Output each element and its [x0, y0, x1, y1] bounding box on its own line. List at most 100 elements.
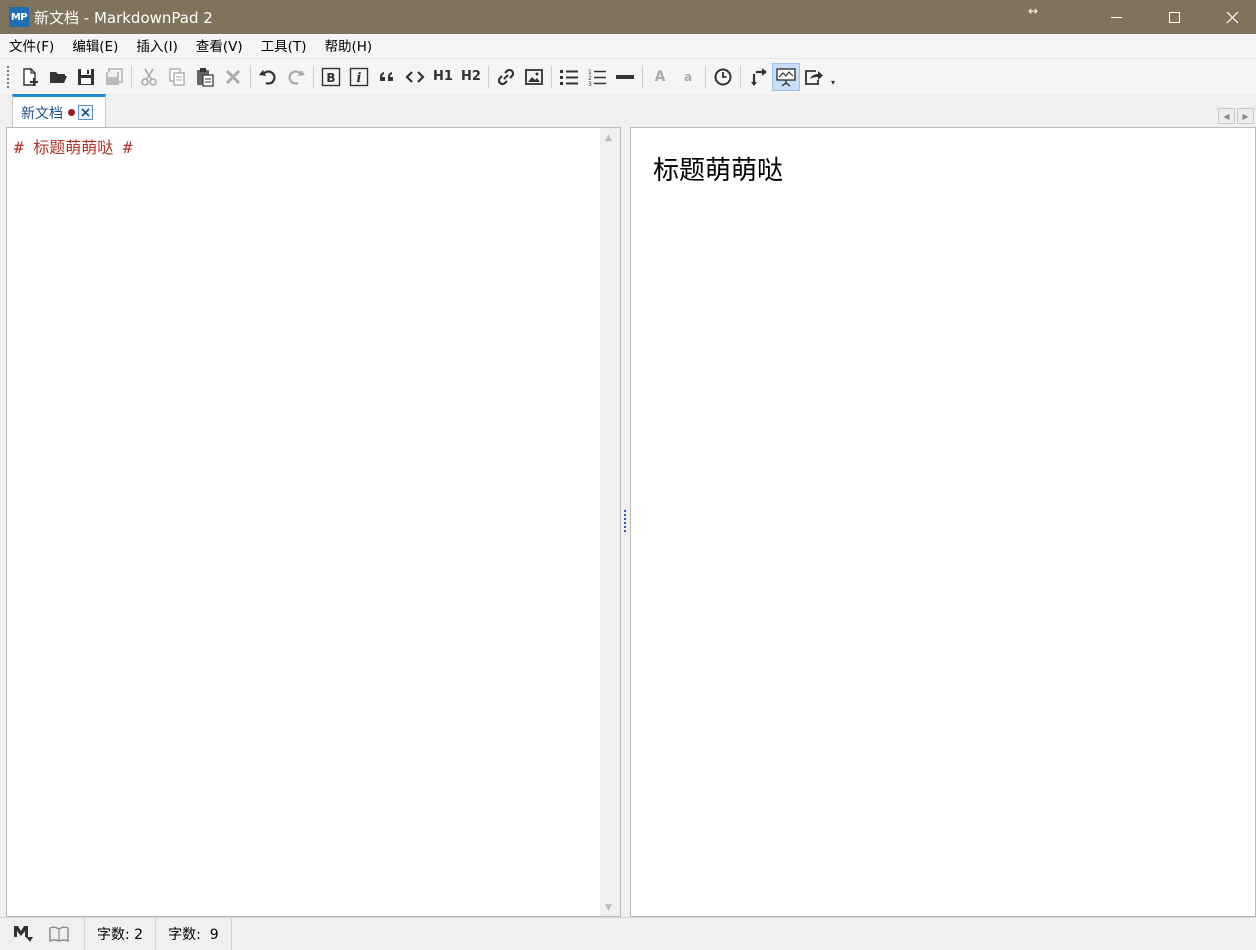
font-smaller-button[interactable]: a	[674, 63, 702, 91]
italic-icon: i	[349, 67, 369, 86]
numbered-list-button[interactable]: 123	[583, 63, 611, 91]
editor-content[interactable]: # 标题萌萌哒 #	[14, 134, 133, 158]
tab-label: 新文档	[21, 105, 63, 122]
markdown-mode-button[interactable]	[10, 921, 36, 947]
horizontal-rule-icon	[616, 74, 634, 79]
menu-edit[interactable]: 编辑(E)	[66, 34, 124, 58]
triangle-left-icon: ◀	[1223, 111, 1230, 121]
redo-button[interactable]	[282, 63, 310, 91]
clock-icon	[714, 68, 732, 85]
bold-button[interactable]: B	[317, 63, 345, 91]
svg-text:i: i	[357, 71, 362, 86]
tab-close-button[interactable]	[78, 105, 93, 120]
toolbar-separator	[642, 65, 643, 88]
swap-icon	[751, 67, 767, 86]
font-larger-button[interactable]: A	[646, 63, 674, 91]
markdown-editor[interactable]: # 标题萌萌哒 # ▲ ▼	[6, 127, 621, 917]
insert-link-button[interactable]	[492, 63, 520, 91]
bullet-list-button[interactable]	[555, 63, 583, 91]
minimize-button[interactable]	[1087, 0, 1145, 34]
menu-help[interactable]: 帮助(H)	[318, 34, 378, 58]
new-document-button[interactable]	[16, 63, 44, 91]
toolbar-overflow-button[interactable]: ▾	[828, 63, 842, 91]
overflow-chevron-icon: ▾	[831, 77, 836, 87]
save-all-button[interactable]	[100, 63, 128, 91]
menu-file[interactable]: 文件(F)	[3, 34, 60, 58]
unsaved-indicator-icon	[68, 109, 75, 116]
toolbar-separator	[551, 65, 552, 88]
close-icon	[1226, 11, 1238, 23]
heading1-button[interactable]: H1	[429, 63, 457, 91]
swap-panes-button[interactable]	[744, 63, 772, 91]
bold-icon: B	[321, 67, 341, 86]
copy-icon	[169, 67, 185, 86]
cut-button[interactable]	[135, 63, 163, 91]
insert-timestamp-button[interactable]	[709, 63, 737, 91]
close-window-button[interactable]	[1203, 0, 1256, 34]
image-icon	[525, 68, 543, 85]
undo-icon	[259, 69, 276, 85]
delete-icon	[225, 69, 241, 84]
triangle-right-icon: ▶	[1242, 111, 1249, 121]
reading-mode-button[interactable]	[46, 921, 72, 947]
open-button[interactable]	[44, 63, 72, 91]
italic-button[interactable]: i	[345, 63, 373, 91]
svg-text:B: B	[326, 71, 335, 85]
redo-icon	[288, 69, 305, 85]
folder-open-icon	[50, 71, 67, 83]
toolbar-separator	[740, 65, 741, 88]
code-icon	[405, 70, 425, 83]
splitter-grip-icon	[624, 510, 626, 534]
font-larger-label: A	[654, 68, 666, 85]
html-preview: 标题萌萌哒	[630, 127, 1256, 917]
toolbar-separator	[131, 65, 132, 88]
save-all-icon	[106, 67, 123, 85]
insert-image-button[interactable]	[520, 63, 548, 91]
delete-button[interactable]	[219, 63, 247, 91]
copy-button[interactable]	[163, 63, 191, 91]
link-icon	[497, 68, 515, 85]
code-button[interactable]	[401, 63, 429, 91]
document-tab-strip: 新文档 ◀ ▶	[0, 94, 1256, 128]
scroll-down-icon[interactable]: ▼	[605, 903, 612, 913]
font-smaller-label: a	[683, 69, 693, 84]
toolbar-separator	[705, 65, 706, 88]
maximize-button[interactable]	[1145, 0, 1203, 34]
toolbar: B i H1 H2 123 A a ▾	[0, 58, 1256, 94]
save-button[interactable]	[72, 63, 100, 91]
toolbar-grip[interactable]	[6, 64, 10, 89]
title-bar: MP 新文档 - MarkdownPad 2 ↔	[0, 0, 1256, 34]
horizontal-rule-button[interactable]	[611, 63, 639, 91]
heading2-button[interactable]: H2	[457, 63, 485, 91]
heading2-label: H2	[461, 69, 481, 84]
tab-scroll-right-button[interactable]: ▶	[1237, 108, 1254, 124]
export-button[interactable]	[800, 63, 828, 91]
quote-button[interactable]	[373, 63, 401, 91]
menu-view[interactable]: 查看(V)	[190, 34, 249, 58]
app-logo-icon: MP	[9, 7, 29, 27]
scroll-up-icon[interactable]: ▲	[605, 133, 612, 143]
svg-text:3: 3	[588, 81, 592, 87]
live-preview-button[interactable]	[772, 62, 800, 91]
markdown-icon	[14, 925, 33, 942]
toolbar-separator	[488, 65, 489, 88]
character-count: 字数: 9	[155, 917, 232, 950]
undo-button[interactable]	[254, 63, 282, 91]
editor-vertical-scrollbar[interactable]: ▲ ▼	[600, 128, 620, 916]
tab-new-document[interactable]: 新文档	[12, 94, 106, 128]
share-export-icon	[805, 69, 823, 85]
book-icon	[49, 926, 69, 942]
paste-icon	[197, 67, 214, 87]
presentation-icon	[776, 67, 796, 87]
tab-scroll-left-button[interactable]: ◀	[1218, 108, 1235, 124]
paste-button[interactable]	[191, 63, 219, 91]
menu-insert[interactable]: 插入(I)	[130, 34, 184, 58]
bullet-list-icon	[560, 69, 578, 85]
minimize-icon	[1110, 16, 1122, 18]
menu-bar: 文件(F) 编辑(E) 插入(I) 查看(V) 工具(T) 帮助(H)	[0, 34, 1256, 58]
menu-tools[interactable]: 工具(T)	[255, 34, 313, 58]
scissors-icon	[141, 68, 157, 86]
maximize-icon	[1168, 11, 1180, 23]
heading1-label: H1	[433, 69, 453, 84]
pane-splitter[interactable]	[621, 127, 630, 917]
